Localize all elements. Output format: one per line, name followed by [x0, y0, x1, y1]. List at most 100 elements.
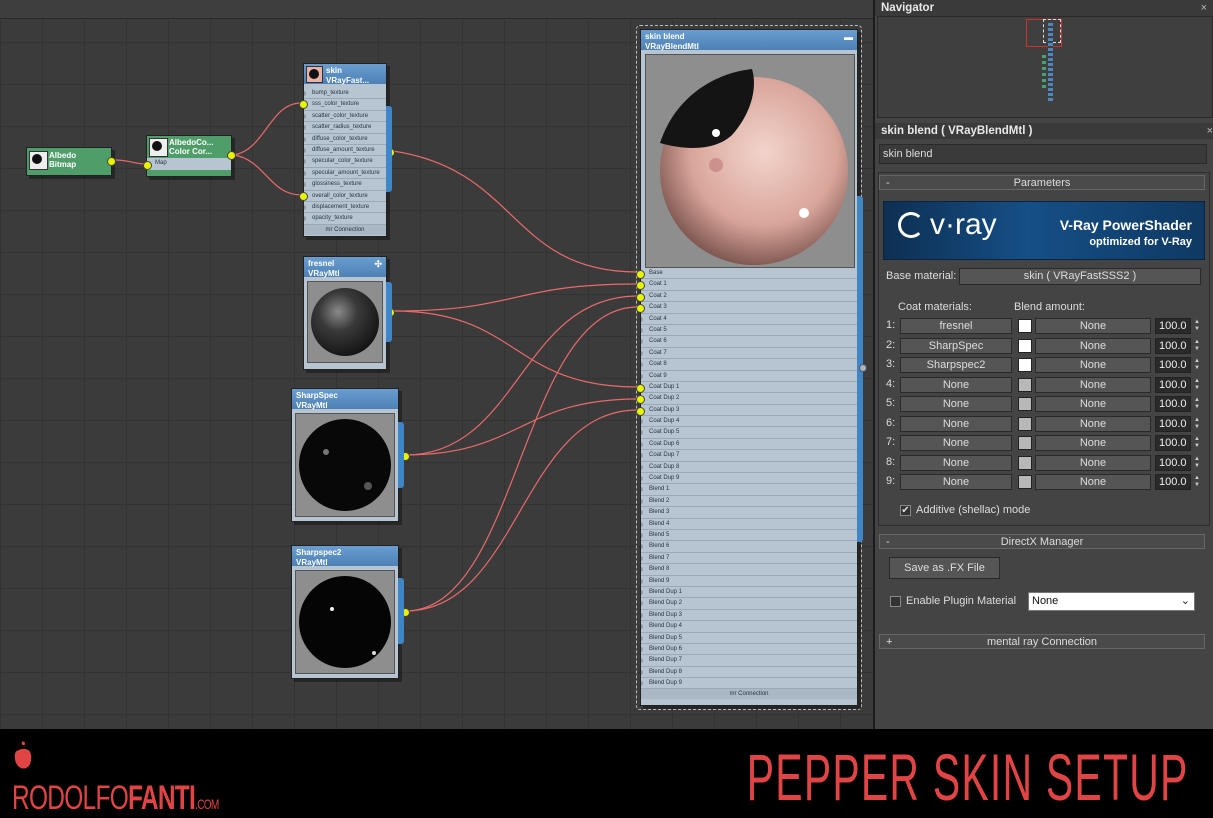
parameters-rollout-header[interactable]: - Parameters	[879, 175, 1205, 190]
fresnel-node[interactable]: fresnel VRayMtl ✣	[303, 256, 395, 370]
input-pin[interactable]	[636, 406, 645, 416]
blend-slot[interactable]: Coat 8	[641, 359, 857, 371]
input-pin[interactable]	[299, 192, 308, 201]
spinner-arrows-icon[interactable]: ▲ ▼	[1193, 339, 1201, 353]
slot-diffuse-amount[interactable]: diffuse_amount_texture	[304, 145, 386, 157]
coat-color-swatch[interactable]	[1018, 338, 1032, 353]
skin-sss-node[interactable]: skin VRayFast... bump_texture sss_color_…	[299, 63, 395, 237]
blend-slot[interactable]: Blend Dup 2	[641, 598, 857, 610]
output-pin[interactable]	[859, 364, 867, 372]
blend-slot[interactable]: Blend Dup 7	[641, 655, 857, 667]
coat-color-swatch[interactable]	[1018, 475, 1032, 489]
output-pin[interactable]	[227, 151, 236, 160]
blend-slot[interactable]: Coat 1	[641, 279, 857, 291]
blend-slot[interactable]: Blend 1	[641, 484, 857, 496]
base-material-button[interactable]: skin ( VRayFastSSS2 )	[959, 268, 1201, 285]
blend-amount-spinner[interactable]: 100.0	[1155, 435, 1191, 451]
blend-map-button[interactable]: None	[1035, 376, 1151, 393]
spinner-arrows-icon[interactable]: ▲ ▼	[1193, 378, 1201, 392]
slate-node-editor[interactable]: Albedo Bitmap AlbedoCo... Color Cor... M…	[0, 0, 873, 729]
coat-color-swatch[interactable]	[1018, 416, 1032, 431]
blend-slot[interactable]: Blend 3	[641, 507, 857, 519]
blend-slot[interactable]: Coat Dup 3	[641, 405, 857, 417]
blend-amount-spinner[interactable]: 100.0	[1155, 337, 1191, 354]
blend-map-button[interactable]: None	[1035, 396, 1151, 412]
node-header[interactable]: fresnel VRayMtl ✣	[304, 257, 386, 278]
blend-slot[interactable]: Coat Dup 1	[641, 382, 857, 394]
slot-glossiness[interactable]: glossiness_texture	[304, 179, 386, 191]
expand-icon[interactable]: ✣	[374, 259, 382, 269]
spinner-arrows-icon[interactable]: ▲ ▼	[1193, 456, 1201, 470]
coat-material-button[interactable]: None	[900, 454, 1012, 471]
blend-slot[interactable]: Blend 6	[641, 541, 857, 553]
slot-specular-amount[interactable]: specular_amount_texture	[304, 168, 386, 180]
coat-material-button[interactable]: fresnel	[900, 318, 1012, 334]
blend-map-button[interactable]: None	[1035, 318, 1151, 334]
blend-slot[interactable]: Base	[641, 268, 857, 280]
blend-slot[interactable]: Blend Dup 3	[641, 610, 857, 622]
blend-amount-spinner[interactable]: 100.0	[1155, 474, 1191, 490]
blend-slot[interactable]: Coat Dup 9	[641, 473, 857, 485]
blend-slot[interactable]: Coat 6	[641, 336, 857, 348]
coat-material-button[interactable]: None	[900, 474, 1012, 490]
spinner-arrows-icon[interactable]: ▲ ▼	[1193, 475, 1201, 489]
blend-amount-spinner[interactable]: 100.0	[1155, 318, 1191, 334]
coat-color-swatch[interactable]	[1018, 436, 1032, 450]
coat-material-button[interactable]: None	[900, 435, 1012, 451]
coat-color-swatch[interactable]	[1018, 377, 1032, 392]
node-slot[interactable]: Map	[147, 158, 231, 169]
collapse-icon[interactable]: ▬	[844, 32, 853, 42]
slot-scatter-color[interactable]: scatter_color_texture	[304, 111, 386, 123]
coat-color-swatch[interactable]	[1018, 319, 1032, 333]
blend-map-button[interactable]: None	[1035, 337, 1151, 354]
albedo-color-correction-node[interactable]: AlbedoCo... Color Cor... Map	[143, 135, 236, 177]
blend-slot[interactable]: Coat 3	[641, 302, 857, 314]
blend-slot[interactable]: Blend 2	[641, 496, 857, 508]
sharpspec2-node[interactable]: Sharpspec2 VRayMtl	[291, 545, 410, 679]
blend-amount-spinner[interactable]: 100.0	[1155, 396, 1191, 412]
spinner-arrows-icon[interactable]: ▲ ▼	[1193, 436, 1201, 450]
blend-slot[interactable]: Coat Dup 6	[641, 439, 857, 451]
input-pin[interactable]	[636, 292, 645, 302]
node-footer[interactable]: mr Connection	[641, 689, 857, 700]
blend-slot[interactable]: Blend Dup 6	[641, 644, 857, 656]
slot-bump[interactable]: bump_texture	[304, 88, 386, 100]
coat-color-swatch[interactable]	[1018, 397, 1032, 411]
blend-slot[interactable]: Blend 4	[641, 519, 857, 530]
blend-slot[interactable]: Coat Dup 4	[641, 416, 857, 428]
material-name-input[interactable]: skin blend	[879, 144, 1207, 164]
coat-material-button[interactable]: None	[900, 415, 1012, 432]
skin-blend-node[interactable]: skin blend VRayBlendMtl ▬ Base Coat 1 Coat…	[636, 29, 858, 706]
blend-slot[interactable]: Coat 9	[641, 371, 857, 382]
blend-slot[interactable]: Coat 5	[641, 325, 857, 337]
navigator-view[interactable]	[877, 16, 1213, 118]
blend-slot[interactable]: Blend Dup 4	[641, 621, 857, 633]
slot-displacement[interactable]: displacement_texture	[304, 202, 386, 214]
spinner-arrows-icon[interactable]: ▲ ▼	[1193, 358, 1201, 372]
save-fx-button[interactable]: Save as .FX File	[889, 557, 1000, 579]
coat-material-button[interactable]: SharpSpec	[900, 337, 1012, 354]
blend-slot[interactable]: Blend Dup 1	[641, 587, 857, 599]
blend-slot[interactable]: Coat Dup 7	[641, 450, 857, 462]
node-header[interactable]: skin VRayFast...	[304, 64, 386, 85]
spinner-arrows-icon[interactable]: ▲ ▼	[1193, 319, 1201, 333]
slot-sss-color[interactable]: sss_color_texture	[304, 99, 386, 111]
coat-color-swatch[interactable]	[1018, 358, 1032, 372]
coat-material-button[interactable]: Sharpspec2	[900, 357, 1012, 373]
sharpspec-node[interactable]: SharpSpec VRayMtl	[291, 388, 410, 522]
blend-slot[interactable]: Blend 8	[641, 564, 857, 576]
blend-slot[interactable]: Blend Dup 5	[641, 633, 857, 644]
directx-rollout-header[interactable]: - DirectX Manager	[879, 534, 1205, 549]
input-pin[interactable]	[636, 384, 645, 393]
node-output-tab[interactable]	[386, 106, 392, 192]
enable-plugin-checkbox[interactable]	[890, 596, 901, 607]
node-output-tab[interactable]	[398, 422, 404, 488]
blend-slot[interactable]: Coat Dup 8	[641, 462, 857, 474]
blend-slot[interactable]: Blend Dup 9	[641, 678, 857, 690]
coat-material-button[interactable]: None	[900, 376, 1012, 393]
blend-map-button[interactable]: None	[1035, 435, 1151, 451]
blend-map-button[interactable]: None	[1035, 415, 1151, 432]
blend-slot[interactable]: Blend 7	[641, 553, 857, 565]
blend-map-button[interactable]: None	[1035, 474, 1151, 490]
slot-diffuse-color[interactable]: diffuse_color_texture	[304, 134, 386, 145]
